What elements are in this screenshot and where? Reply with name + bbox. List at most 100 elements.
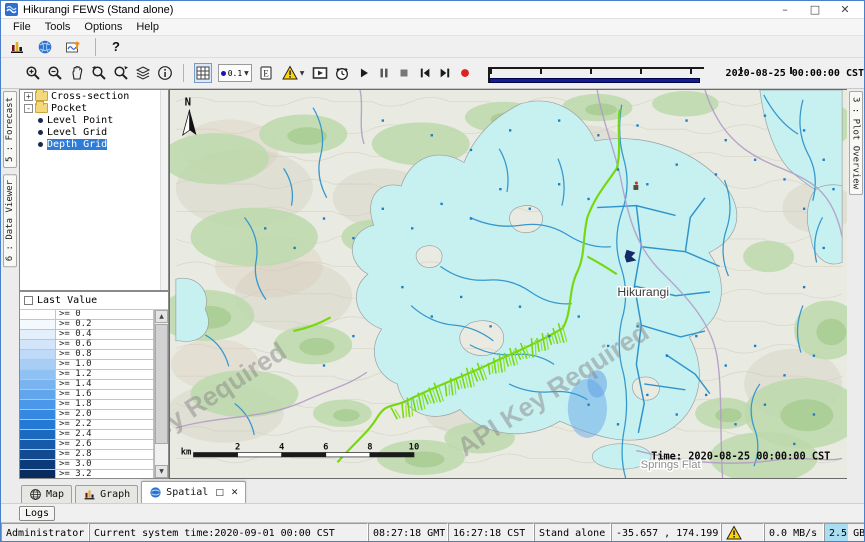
legend-label: >= 1.0 [56, 360, 153, 369]
help-icon[interactable]: ? [108, 37, 124, 57]
status-cell-5: -35.657 , 174.199 [611, 523, 721, 542]
layers-icon[interactable] [135, 63, 151, 83]
legend-swatch [20, 310, 56, 319]
tree-node-label[interactable]: Pocket [51, 103, 87, 114]
legend-label: >= 1.4 [56, 380, 153, 389]
grid-icon[interactable] [194, 63, 212, 83]
map-display-icon[interactable] [35, 37, 55, 57]
timeseries-chart-icon[interactable] [63, 37, 83, 57]
last-value-checkbox[interactable] [24, 296, 33, 305]
zoom-in-icon[interactable] [25, 63, 41, 83]
step-forward-icon[interactable] [438, 63, 452, 83]
legend-label: >= 2.6 [56, 440, 153, 449]
stop-icon[interactable] [397, 63, 411, 83]
legend-title: Last Value [37, 295, 97, 306]
status-text: 16:27:18 CST [453, 528, 525, 539]
timeline-slider[interactable] [484, 60, 713, 86]
play-icon[interactable] [356, 63, 370, 83]
scroll-down-icon[interactable]: ▼ [155, 465, 168, 478]
logs-button[interactable]: Logs [19, 506, 55, 521]
menu-help[interactable]: Help [130, 20, 165, 34]
scroll-thumb[interactable] [155, 324, 168, 444]
legend-scrollbar[interactable]: ▲ ▼ [154, 310, 168, 478]
map-time-label: Time: 2020-08-25 00:00:00 CST [651, 450, 830, 462]
tree-node-label[interactable]: Level Grid [47, 127, 107, 138]
tree-scrollbar[interactable] [160, 90, 168, 290]
tree-node-label[interactable]: Cross-section [51, 91, 129, 102]
toolbar-separator [95, 38, 96, 56]
tree-node-label[interactable]: Depth Grid [47, 139, 107, 150]
tab-label: Spatial [166, 487, 208, 498]
point-size-dropdown[interactable]: 0.1▼ [218, 64, 252, 82]
tree-node-pocket[interactable]: - Pocket [20, 102, 168, 114]
tab-map[interactable]: Map [21, 485, 72, 503]
info-icon[interactable] [157, 63, 173, 83]
legend-label: >= 1.8 [56, 400, 153, 409]
tab-graph[interactable]: Graph [75, 485, 138, 503]
filter-tree[interactable]: + Cross-section - PocketLevel PointLevel Gr… [19, 89, 169, 291]
side-tab-plot-overview[interactable]: 3 : Plot Overview [849, 91, 863, 195]
content-area: 5 : Forecast 6 : Data Viewer + Cross-secti… [1, 89, 864, 479]
status-text: -35.657 , 174.199 [616, 528, 718, 539]
menu-file[interactable]: File [7, 20, 37, 34]
maximize-button[interactable]: □ [800, 1, 830, 18]
zoom-out-icon[interactable] [47, 63, 63, 83]
zoom-next-icon[interactable] [113, 63, 129, 83]
warning-dropdown[interactable]: ▼ [280, 64, 307, 82]
legend-label: >= 1.2 [56, 370, 153, 379]
node-bullet-icon [38, 118, 43, 123]
status-cell-2: 08:27:18 GMT [368, 523, 448, 542]
side-tab-forecast[interactable]: 5 : Forecast [3, 91, 17, 168]
svg-text:10: 10 [409, 443, 420, 453]
right-tab-strip: 3 : Plot Overview [847, 89, 864, 479]
undock-icon[interactable]: □ [215, 488, 224, 498]
tree-node-label[interactable]: Level Point [47, 115, 113, 126]
animation-icon[interactable] [312, 63, 328, 83]
status-text: 08:27:18 GMT [373, 528, 445, 539]
legend-swatch [20, 460, 56, 469]
explorer-icon[interactable] [7, 37, 27, 57]
step-back-icon[interactable] [417, 63, 431, 83]
blue-globe-icon [149, 486, 162, 499]
timeline-tick [590, 67, 592, 74]
place-label-hikurangi: Hikurangi [617, 285, 669, 299]
scroll-up-icon[interactable]: ▲ [155, 310, 168, 323]
tab-label: Map [46, 489, 64, 500]
pan-hand-icon[interactable] [69, 63, 85, 83]
map-canvas[interactable]: API Key Required API Key Required N km 2… [169, 89, 849, 479]
legend-swatch [20, 430, 56, 439]
zoom-previous-icon[interactable] [91, 63, 107, 83]
timeline-range-bar[interactable] [489, 78, 699, 83]
minimize-button[interactable]: – [770, 1, 800, 18]
folder-icon [35, 91, 48, 101]
tab-spatial[interactable]: Spatial □ ✕ [141, 481, 246, 503]
menu-options[interactable]: Options [78, 20, 128, 34]
timeline-axis [488, 67, 703, 69]
tree-node-depth-grid[interactable]: Depth Grid [20, 138, 168, 150]
timeline-tick [740, 67, 742, 74]
timer-icon[interactable] [334, 63, 350, 83]
close-tab-icon[interactable]: ✕ [231, 488, 239, 498]
tree-node-level-grid[interactable]: Level Grid [20, 126, 168, 138]
status-text: Stand alone [539, 528, 605, 539]
expand-icon[interactable]: + [24, 92, 33, 101]
record-icon[interactable] [458, 63, 472, 83]
tree-node-level-point[interactable]: Level Point [20, 114, 168, 126]
legend-swatch [20, 370, 56, 379]
svg-text:E: E [263, 69, 269, 79]
legend-label: >= 2.0 [56, 410, 153, 419]
legend-swatch [20, 450, 56, 459]
menu-tools[interactable]: Tools [39, 20, 77, 34]
folder-icon [35, 103, 48, 113]
status-cell-0: Administrator [1, 523, 89, 542]
label-tool-icon[interactable]: E [258, 63, 274, 83]
bar-chart-icon [83, 488, 96, 501]
collapse-icon[interactable]: - [24, 104, 33, 113]
close-button[interactable]: ✕ [830, 1, 860, 18]
status-bar: AdministratorCurrent system time:2020-09… [1, 523, 864, 542]
pause-icon[interactable] [377, 63, 391, 83]
side-tab-data-viewer[interactable]: 6 : Data Viewer [3, 174, 17, 267]
left-panel: + Cross-section - PocketLevel PointLevel Gr… [19, 89, 169, 479]
toolbar-separator [183, 64, 184, 82]
legend-label: >= 2.4 [56, 430, 153, 439]
